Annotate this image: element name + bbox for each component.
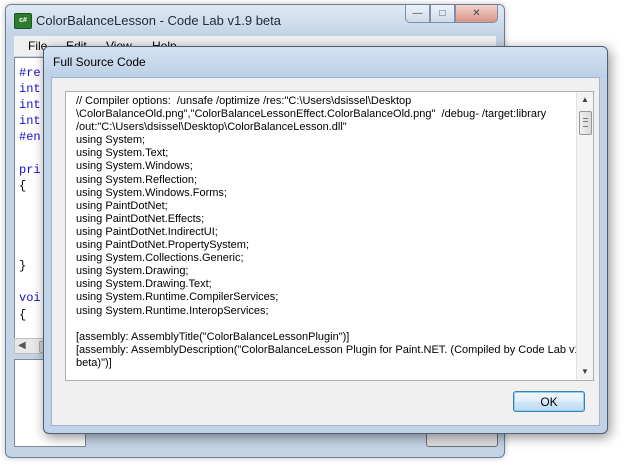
code-line: int	[19, 114, 41, 129]
dialog-title: Full Source Code	[53, 55, 146, 69]
source-line: using System.Text;	[76, 147, 169, 160]
source-line: [assembly: AssemblyDescription("ColorBal…	[76, 343, 590, 356]
code-line: {	[19, 178, 27, 193]
source-line: // Compiler options: /unsafe /optimize /…	[76, 95, 412, 107]
source-code-textbox[interactable]: // Compiler options: /unsafe /optimize /…	[65, 91, 594, 381]
close-icon[interactable]: ✕	[455, 5, 498, 23]
code-line: }	[19, 259, 27, 274]
dialog-title-bar[interactable]: Full Source Code	[44, 47, 607, 77]
code-line: voi	[19, 291, 41, 306]
source-line: using System.Drawing.Text;	[76, 278, 212, 291]
scroll-up-icon[interactable]: ▲	[577, 92, 593, 108]
scroll-left-icon[interactable]: ◀	[18, 340, 26, 351]
source-line: using PaintDotNet.Effects;	[76, 212, 205, 225]
source-line: using System;	[76, 134, 146, 147]
source-vertical-scrollbar[interactable]: ▲ ▼	[576, 92, 593, 380]
main-title-bar[interactable]: c# ColorBalanceLesson - Code Lab v1.9 be…	[6, 5, 504, 35]
source-line: [assembly: AssemblyTitle("ColorBalanceLe…	[76, 330, 350, 343]
minimize-icon[interactable]: —	[405, 5, 430, 23]
source-line: using System.Runtime.CompilerServices;	[76, 291, 279, 304]
source-line: using System.Reflection;	[76, 173, 198, 186]
source-line	[76, 318, 572, 331]
source-line: using System.Windows;	[76, 160, 193, 173]
ok-button[interactable]: OK	[513, 391, 585, 412]
window-controls: — □ ✕	[405, 5, 498, 25]
code-line: #re	[19, 66, 41, 80]
scroll-thumb[interactable]	[579, 111, 592, 135]
source-line: beta)")]	[76, 356, 112, 369]
full-source-dialog: Full Source Code // Compiler options: /u…	[43, 46, 608, 434]
source-line: using System.Windows.Forms;	[76, 186, 227, 199]
source-line: /out:"C:\Users\dsissel\Desktop\ColorBala…	[76, 121, 347, 134]
maximize-icon[interactable]: □	[430, 5, 455, 23]
source-line: using System.Collections.Generic;	[76, 252, 244, 265]
code-line: {	[19, 307, 27, 322]
code-line: int	[19, 82, 41, 97]
code-line: int	[19, 98, 41, 113]
main-window-title: ColorBalanceLesson - Code Lab v1.9 beta	[36, 13, 281, 28]
code-line: pri	[19, 162, 41, 177]
source-line: using System.Runtime.InteropServices;	[76, 304, 269, 317]
source-code-text: // Compiler options: /unsafe /optimize /…	[76, 95, 590, 370]
source-line: using System.Drawing;	[76, 265, 189, 278]
scroll-down-icon[interactable]: ▼	[577, 364, 593, 380]
source-line: using PaintDotNet.PropertySystem;	[76, 239, 250, 252]
source-line: using PaintDotNet;	[76, 199, 168, 212]
code-line: #en	[19, 130, 41, 145]
source-line: using PaintDotNet.IndirectUI;	[76, 225, 218, 238]
dialog-body: // Compiler options: /unsafe /optimize /…	[51, 77, 600, 426]
source-line: \ColorBalanceOld.png","ColorBalanceLesso…	[76, 108, 547, 121]
app-icon: c#	[14, 13, 32, 29]
